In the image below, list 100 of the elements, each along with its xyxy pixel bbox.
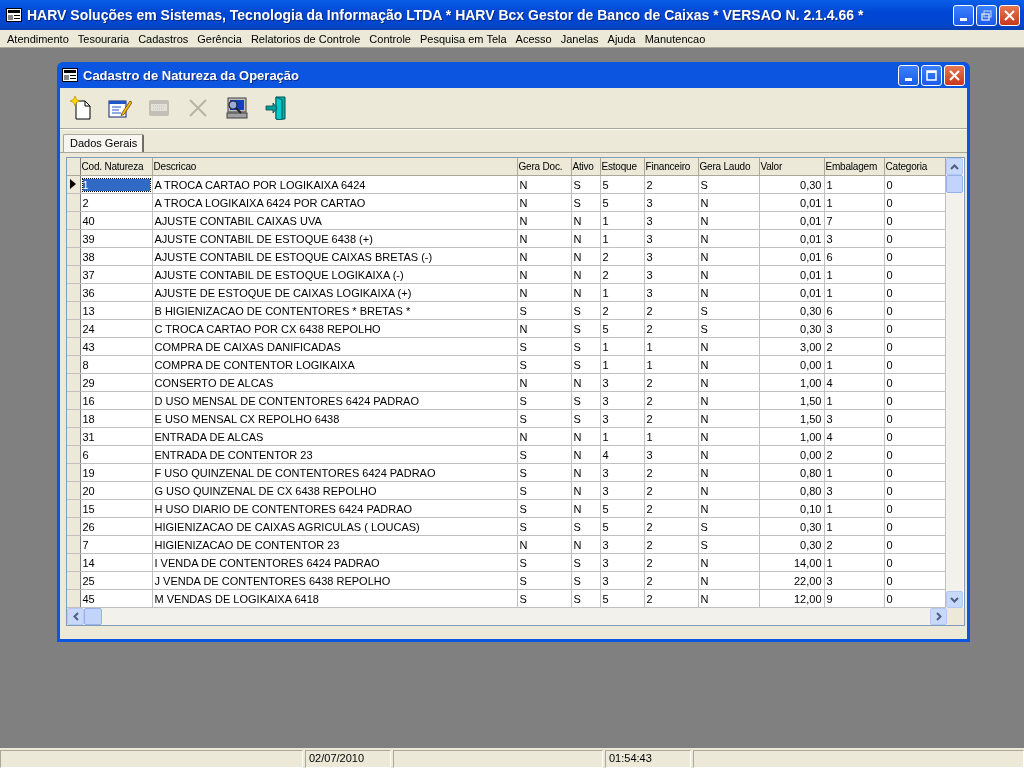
table-cell: 2 xyxy=(644,481,698,500)
column-header[interactable]: Categoria xyxy=(884,158,945,176)
menu-item[interactable]: Cadastros xyxy=(133,32,193,45)
horizontal-scrollbar[interactable] xyxy=(67,608,964,625)
table-cell: 1 xyxy=(644,427,698,446)
minimize-button[interactable] xyxy=(953,4,974,26)
table-cell: 1 xyxy=(600,427,644,446)
table-cell: 5 xyxy=(600,517,644,536)
table-cell: 6 xyxy=(824,301,884,320)
table-cell: 18 xyxy=(80,409,152,428)
table-cell: 1 xyxy=(824,175,884,194)
table-cell: S xyxy=(517,499,571,518)
column-header[interactable]: Gera Doc. xyxy=(517,158,571,176)
restore-button[interactable] xyxy=(976,4,997,26)
table-cell: S xyxy=(698,319,759,338)
table-cell: S xyxy=(517,589,571,608)
table-cell: AJUSTE DE ESTOQUE DE CAIXAS LOGIKAIXA (+) xyxy=(152,283,517,302)
table-cell: N xyxy=(517,535,571,554)
column-header[interactable]: Estoque xyxy=(600,158,644,176)
table-cell: 0,01 xyxy=(759,283,824,302)
table-cell: 3 xyxy=(824,319,884,338)
table-cell: 14,00 xyxy=(759,553,824,572)
edit-form-icon xyxy=(108,97,132,119)
scroll-up-icon xyxy=(949,163,959,170)
table-cell: 25 xyxy=(80,571,152,590)
menu-item[interactable]: Relatorios de Controle xyxy=(245,32,365,45)
column-header[interactable]: Financeiro xyxy=(644,158,698,176)
table-cell: 0 xyxy=(884,283,945,302)
table-cell: 3 xyxy=(644,193,698,212)
table-cell: 43 xyxy=(80,337,152,356)
column-header[interactable]: Ativo xyxy=(571,158,600,176)
column-header[interactable]: Cod. Natureza xyxy=(80,158,152,176)
table-cell: 24 xyxy=(80,319,152,338)
table-cell: AJUSTE CONTABIL CAIXAS UVA xyxy=(152,211,517,230)
table-cell: 2 xyxy=(644,373,698,392)
table-cell: 3 xyxy=(600,391,644,410)
table-cell: 4 xyxy=(824,427,884,446)
menu-item[interactable]: Tesouraria xyxy=(72,32,134,45)
table-cell: HIGIENIZACAO DE CONTENTOR 23 xyxy=(152,535,517,554)
status-time: 01:54:43 xyxy=(605,750,691,768)
menu-item[interactable]: Controle xyxy=(364,32,415,45)
table-cell: 1 xyxy=(600,211,644,230)
menu-item[interactable]: Manutencao xyxy=(639,32,710,45)
table-cell: 3 xyxy=(600,553,644,572)
table-cell: N xyxy=(517,211,571,230)
table-cell: 36 xyxy=(80,283,152,302)
table-cell: D USO MENSAL DE CONTENTORES 6424 PADRAO xyxy=(152,391,517,410)
table-cell: 1 xyxy=(824,283,884,302)
table-cell: 0,01 xyxy=(759,211,824,230)
row-header-corner xyxy=(67,158,80,176)
column-header[interactable]: Embalagem xyxy=(824,158,884,176)
table-cell: N xyxy=(698,337,759,356)
table-cell: 0 xyxy=(884,499,945,518)
scroll-thumb[interactable] xyxy=(84,608,102,625)
table-cell: S xyxy=(698,517,759,536)
table-cell: G USO QUINZENAL DE CX 6438 REPOLHO xyxy=(152,481,517,500)
table-cell: 1 xyxy=(644,355,698,374)
menu-item[interactable]: Pesquisa em Tela xyxy=(414,32,511,45)
table-cell: 2 xyxy=(600,265,644,284)
menu-item[interactable]: Ajuda xyxy=(602,32,640,45)
table-cell: 3 xyxy=(600,373,644,392)
table-cell: 6 xyxy=(824,247,884,266)
close-button[interactable] xyxy=(999,4,1020,26)
table-cell: N xyxy=(698,211,759,230)
tab[interactable]: Dados Gerais xyxy=(63,134,145,152)
table-cell: I VENDA DE CONTENTORES 6424 PADRAO xyxy=(152,553,517,572)
table-cell: 2 xyxy=(644,319,698,338)
menu-item[interactable]: Atendimento xyxy=(2,32,73,45)
table-cell: 3 xyxy=(644,265,698,284)
menu-item[interactable]: Gerência xyxy=(192,32,246,45)
close-button[interactable] xyxy=(944,64,965,86)
column-header[interactable]: Gera Laudo xyxy=(698,158,759,176)
column-header[interactable]: Valor xyxy=(759,158,824,176)
table-cell: 9 xyxy=(824,589,884,608)
table-cell: N xyxy=(698,265,759,284)
table-cell: AJUSTE CONTABIL DE ESTOQUE LOGIKAIXA (-) xyxy=(152,265,517,284)
table-cell: 5 xyxy=(600,319,644,338)
table-cell: N xyxy=(698,571,759,590)
table-cell: 0,80 xyxy=(759,463,824,482)
table-cell: N xyxy=(571,481,600,500)
table-cell: 0 xyxy=(884,589,945,608)
table-cell: S xyxy=(517,571,571,590)
minimize-icon xyxy=(905,77,912,81)
table-cell: S xyxy=(517,337,571,356)
column-header[interactable]: Descricao xyxy=(152,158,517,176)
computer-search-icon xyxy=(225,96,249,120)
maximize-button[interactable] xyxy=(921,64,942,86)
menu-item[interactable]: Acesso xyxy=(510,32,556,45)
table-cell: 2 xyxy=(644,571,698,590)
table-cell: 0,01 xyxy=(759,193,824,212)
table-cell: N xyxy=(517,283,571,302)
table-cell: N xyxy=(698,553,759,572)
table-cell: 1 xyxy=(824,463,884,482)
table-cell: 0 xyxy=(884,229,945,248)
minimize-button[interactable] xyxy=(898,64,919,86)
table-cell: 1 xyxy=(600,283,644,302)
table-cell: ENTRADA DE CONTENTOR 23 xyxy=(152,445,517,464)
table-cell: 31 xyxy=(80,427,152,446)
menu-item[interactable]: Janelas xyxy=(555,32,603,45)
new-document-icon xyxy=(70,96,92,120)
